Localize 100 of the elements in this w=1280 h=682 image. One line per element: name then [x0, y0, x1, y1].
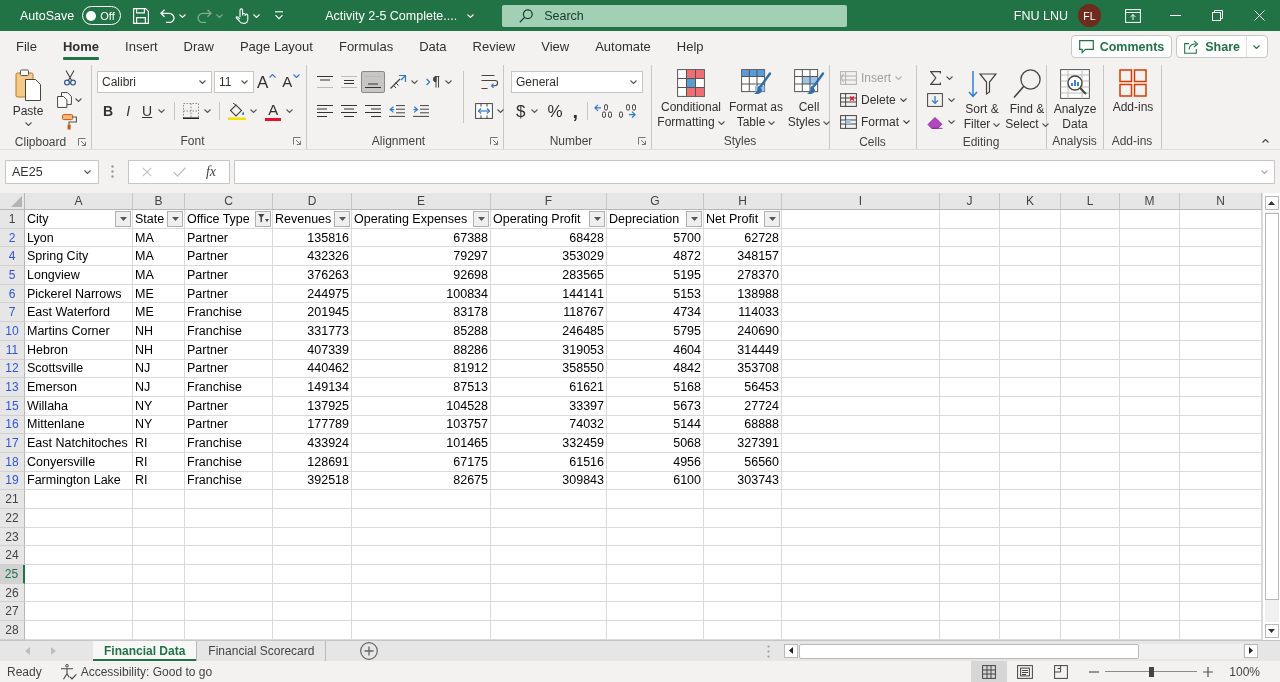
column-header[interactable]: B — [133, 193, 185, 210]
filter-button[interactable] — [334, 210, 350, 227]
row-header[interactable]: 10 — [0, 322, 25, 341]
scroll-left-button[interactable] — [784, 643, 798, 658]
filter-button[interactable] — [167, 210, 183, 227]
filter-button[interactable] — [686, 210, 702, 227]
dialog-launcher-button[interactable] — [636, 134, 648, 147]
ribbon-tab[interactable]: Home — [49, 31, 113, 62]
format-cells-button[interactable]: Format — [836, 111, 916, 133]
cell-styles-button[interactable]: Cell Styles — [786, 67, 832, 132]
font-size-field[interactable]: 11 — [214, 71, 254, 93]
column-header[interactable]: H — [704, 193, 782, 210]
add-ins-button[interactable]: Add-ins — [1106, 67, 1160, 132]
slider-thumb[interactable] — [1149, 666, 1155, 677]
filter-button[interactable] — [255, 210, 271, 227]
comments-button[interactable]: Comments — [1070, 35, 1173, 58]
analyze-data-button[interactable]: Analyze Data — [1050, 67, 1100, 132]
filter-button[interactable] — [473, 210, 489, 227]
ribbon-tab[interactable]: Draw — [170, 31, 227, 62]
dialog-launcher-button[interactable] — [76, 135, 88, 148]
ribbon-tab[interactable]: Page Layout — [226, 31, 326, 62]
font-color-button[interactable]: A — [261, 100, 298, 122]
collapse-ribbon-button[interactable] — [1260, 137, 1271, 145]
new-sheet-button[interactable] — [360, 641, 379, 662]
scroll-down-button[interactable] — [1264, 624, 1279, 639]
filter-button[interactable] — [764, 210, 780, 227]
document-title[interactable]: Activity 2-5 Complete.... — [325, 8, 475, 23]
ribbon-tab[interactable]: Review — [459, 31, 529, 62]
column-header[interactable]: C — [185, 193, 273, 210]
vertical-align-button[interactable] — [361, 71, 385, 93]
row-header[interactable]: 4 — [0, 247, 25, 267]
shrink-font-button[interactable]: A — [279, 71, 304, 93]
row-header[interactable]: 21 — [0, 490, 25, 509]
delete-cells-button[interactable]: Delete — [836, 89, 916, 111]
dialog-launcher-button[interactable] — [291, 134, 303, 147]
underline-button[interactable]: U — [137, 100, 171, 122]
ribbon-tab[interactable]: Data — [406, 31, 460, 62]
share-button[interactable]: Share — [1176, 35, 1268, 58]
filter-button[interactable] — [115, 210, 131, 227]
filter-button[interactable] — [589, 210, 605, 227]
horizontal-scrollbar[interactable] — [784, 643, 1258, 659]
row-header[interactable]: 7 — [0, 303, 25, 323]
vertical-scrollbar[interactable] — [1262, 193, 1280, 641]
find-select-button[interactable]: Find & Select — [1005, 67, 1049, 133]
column-header[interactable]: J — [940, 193, 1000, 210]
user-avatar[interactable]: FL — [1078, 4, 1101, 27]
triangle-up-icon — [1268, 201, 1275, 205]
ribbon-tab[interactable]: Insert — [112, 31, 171, 62]
name-box[interactable]: AE25 — [5, 159, 99, 184]
ribbon-tab[interactable]: Formulas — [325, 31, 407, 62]
row-header[interactable]: 27 — [0, 602, 25, 622]
sheet-tab[interactable]: Financial Data — [93, 641, 198, 662]
scrollbar-thumb[interactable] — [1264, 213, 1279, 601]
scroll-up-button[interactable] — [1264, 196, 1279, 210]
accessibility-button[interactable]: Accessibility: Good to go — [59, 663, 213, 680]
row-header[interactable]: 25 — [0, 565, 25, 584]
column-header[interactable]: F — [491, 193, 607, 210]
bold-button[interactable]: B — [97, 100, 120, 122]
scroll-right-button[interactable] — [1244, 643, 1258, 658]
row-header[interactable]: 28 — [0, 621, 25, 640]
search-field[interactable]: Search — [502, 4, 848, 27]
scrollbar-thumb[interactable] — [799, 643, 1139, 659]
ribbon-tab[interactable]: File — [3, 31, 50, 62]
italic-button[interactable]: I — [119, 100, 137, 122]
column-header[interactable]: E — [352, 193, 491, 210]
row-header[interactable]: 22 — [0, 509, 25, 528]
ribbon-tab[interactable]: Help — [663, 31, 717, 62]
clipboard-icon — [15, 69, 41, 101]
table-cell: 92698 — [352, 266, 491, 285]
column-header[interactable]: L — [1061, 193, 1120, 210]
column-header[interactable]: N — [1180, 193, 1262, 210]
column-header[interactable]: M — [1120, 193, 1180, 210]
format-as-table-button[interactable]: Format as Table — [727, 67, 785, 132]
zoom-in-button[interactable] — [1201, 664, 1216, 679]
paste-button[interactable]: Paste — [11, 67, 45, 133]
insert-function-button[interactable]: fx — [199, 161, 223, 182]
column-header[interactable]: G — [607, 193, 704, 210]
formula-input[interactable] — [234, 159, 1275, 184]
table-cell: 149134 — [273, 378, 352, 397]
row-header[interactable]: 13 — [0, 378, 25, 397]
row-header[interactable]: 24 — [0, 546, 25, 566]
ribbon-tab[interactable]: Automate — [582, 31, 664, 62]
font-name-field[interactable]: Calibri — [97, 71, 212, 93]
column-header[interactable]: D — [273, 193, 352, 210]
conditional-formatting-button[interactable]: Conditional Formatting — [656, 67, 726, 132]
column-header[interactable]: K — [1000, 193, 1061, 210]
column-header[interactable]: I — [782, 193, 940, 210]
row-header[interactable]: 5 — [0, 266, 25, 285]
comma-style-button[interactable]: , — [566, 100, 585, 122]
row-header[interactable]: 1 — [0, 210, 25, 229]
percent-button[interactable]: % — [543, 100, 567, 122]
ribbon-tab[interactable]: View — [528, 31, 583, 62]
dialog-launcher-button[interactable] — [488, 134, 500, 147]
normal-view-button[interactable] — [971, 661, 1008, 682]
currency-button[interactable]: $ — [511, 100, 544, 122]
row-header[interactable]: 17 — [0, 434, 25, 453]
number-format-field[interactable]: General — [511, 71, 643, 93]
sort-filter-button[interactable]: Sort & Filter — [961, 67, 1003, 133]
column-header[interactable]: A — [25, 193, 133, 210]
grow-font-button[interactable]: A — [254, 71, 280, 93]
